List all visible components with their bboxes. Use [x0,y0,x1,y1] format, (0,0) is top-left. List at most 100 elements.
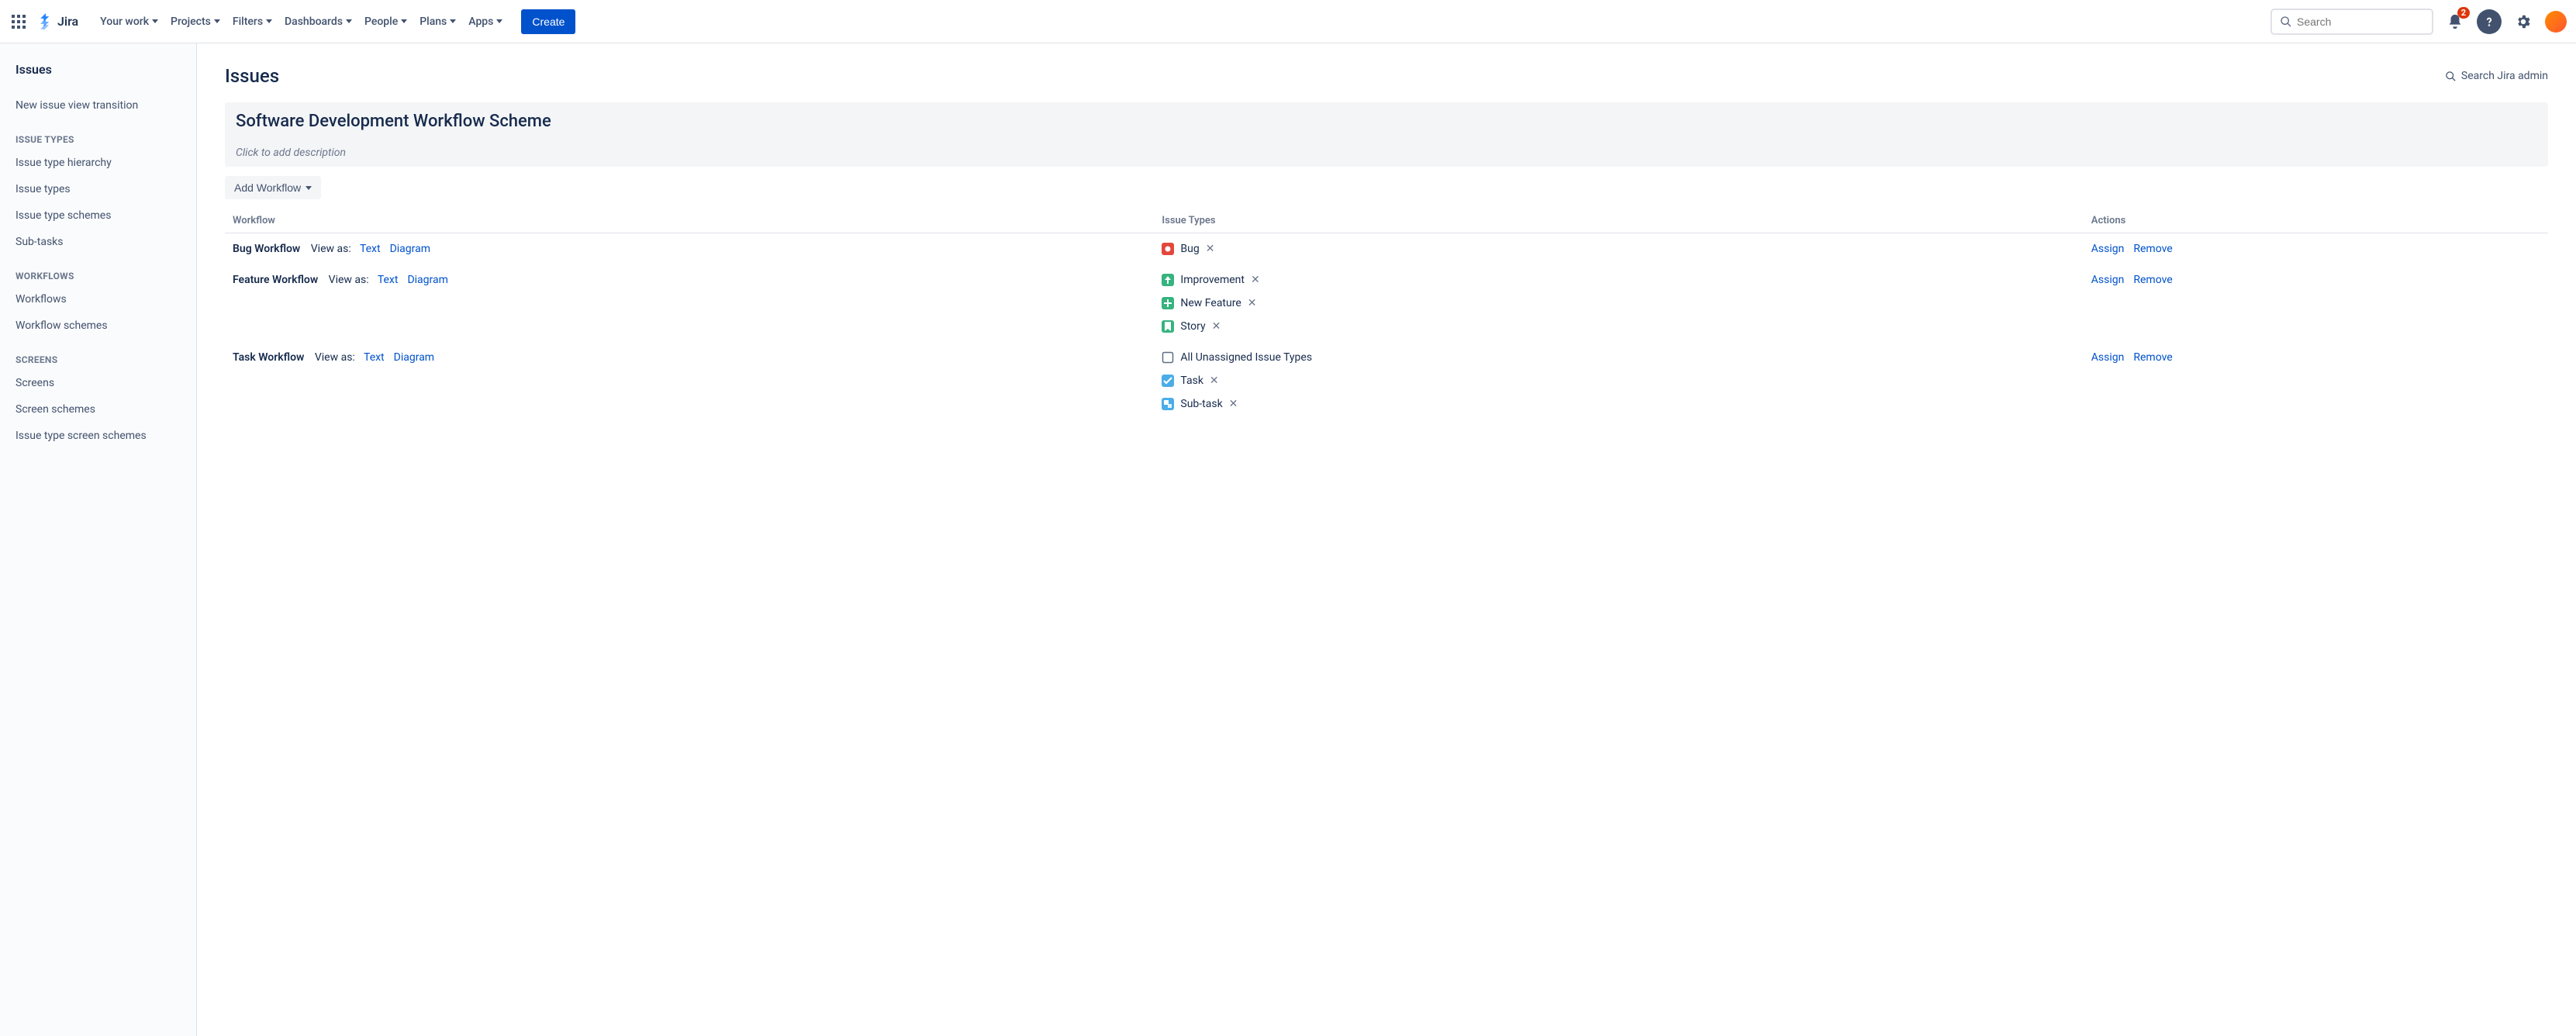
settings-icon[interactable] [2511,9,2536,34]
remove-link[interactable]: Remove [2133,243,2172,255]
issuetype-row: All Unassigned Issue Types [1162,351,2075,364]
assign-link[interactable]: Assign [2091,274,2125,286]
top-nav: Jira Your workProjectsFiltersDashboardsP… [0,0,2576,43]
app-switcher-icon[interactable] [9,12,28,31]
remove-issuetype-icon[interactable]: ✕ [1212,321,1221,332]
sidebar-link-screens[interactable]: Screens [9,370,187,396]
notifications-icon[interactable]: 2 [2443,9,2467,34]
view-text-link[interactable]: Text [364,351,385,364]
chevron-down-icon [401,19,407,23]
issuetype-row: Bug✕ [1162,243,2075,255]
nav-item-apps[interactable]: Apps [462,9,509,34]
top-nav-left: Jira Your workProjectsFiltersDashboardsP… [9,9,575,34]
sidebar-link-screen-schemes[interactable]: Screen schemes [9,396,187,423]
sidebar-link-sub-tasks[interactable]: Sub-tasks [9,229,187,255]
sidebar-link-workflow-schemes[interactable]: Workflow schemes [9,313,187,339]
sidebar-group-issue-types: ISSUE TYPES [9,119,187,150]
admin-search[interactable]: Search Jira admin [2445,70,2548,82]
scheme-description[interactable]: Click to add description [225,140,2548,167]
bug-icon [1162,243,1174,255]
chevron-down-icon [346,19,352,23]
chevron-down-icon [306,186,312,190]
page-header: Issues Search Jira admin [225,65,2548,87]
issuetype-row: Improvement✕ [1162,274,2075,286]
view-diagram-link[interactable]: Diagram [407,274,447,286]
remove-issuetype-icon[interactable]: ✕ [1206,243,1215,254]
sidebar-link-issue-type-schemes[interactable]: Issue type schemes [9,202,187,229]
story-icon [1162,320,1174,333]
workflow-table: Workflow Issue Types Actions Bug Workflo… [225,209,2548,420]
remove-issuetype-icon[interactable]: ✕ [1251,275,1260,285]
page-title: Issues [225,65,279,87]
remove-issuetype-icon[interactable]: ✕ [1229,399,1238,409]
table-row: Bug Workflow View as: Text Diagram Bug✕ Ass… [225,233,2548,265]
admin-search-label: Search Jira admin [2461,70,2548,82]
sidebar-link-issue-type-screen-schemes[interactable]: Issue type screen schemes [9,423,187,449]
subtask-icon [1162,398,1174,410]
issuetype-row: Task ✕ [1162,375,2075,387]
task-icon [1162,375,1174,387]
unassigned-icon [1162,351,1174,364]
sidebar-link-workflows[interactable]: Workflows [9,286,187,313]
chevron-down-icon [214,19,220,23]
remove-link[interactable]: Remove [2133,274,2172,286]
global-search[interactable] [2270,9,2433,35]
chevron-down-icon [266,19,272,23]
view-diagram-link[interactable]: Diagram [394,351,434,364]
sidebar-group-workflows: WORKFLOWS [9,255,187,286]
chevron-down-icon [450,19,456,23]
chevron-down-icon [152,19,158,23]
scheme-title[interactable]: Software Development Workflow Scheme [236,112,2537,131]
issuetype-row: New Feature✕ [1162,297,2075,309]
help-icon[interactable] [2477,9,2502,34]
assign-link[interactable]: Assign [2091,351,2125,364]
search-input[interactable] [2297,16,2424,28]
issuetype-name: Task [1180,375,1203,387]
chevron-down-icon [496,19,502,23]
remove-issuetype-icon[interactable]: ✕ [1210,375,1219,386]
nav-item-dashboards[interactable]: Dashboards [278,9,358,34]
col-actions: Actions [2084,209,2548,233]
issuetype-row: Story ✕ [1162,320,2075,333]
view-text-link[interactable]: Text [378,274,399,286]
nav-item-projects[interactable]: Projects [164,9,226,34]
jira-logo[interactable]: Jira [37,13,78,30]
assign-link[interactable]: Assign [2091,243,2125,255]
nav-item-plans[interactable]: Plans [413,9,462,34]
sidebar: Issues New issue view transition ISSUE T… [0,43,197,1036]
view-as-label: View as: [329,274,369,286]
notif-badge: 2 [2457,7,2470,19]
top-nav-right: 2 [2270,9,2567,35]
nav-item-your-work[interactable]: Your work [94,9,164,34]
jira-logo-text: Jira [57,14,78,29]
create-button[interactable]: Create [521,9,575,34]
main-content: Issues Search Jira admin Software Develo… [197,43,2576,1036]
workflow-name: Task Workflow [233,351,304,364]
issuetype-name: Sub-task [1180,398,1222,410]
newfeature-icon [1162,297,1174,309]
avatar[interactable] [2545,11,2567,33]
view-as-label: View as: [311,243,351,255]
issuetype-name: Story [1180,320,1205,333]
col-issue-types: Issue Types [1154,209,2083,233]
view-diagram-link[interactable]: Diagram [390,243,430,255]
sidebar-link-new-issue-view-transition[interactable]: New issue view transition [9,92,187,119]
nav-item-filters[interactable]: Filters [226,9,278,34]
search-icon [2280,16,2292,28]
view-as-label: View as: [315,351,355,364]
improvement-icon [1162,274,1174,286]
jira-logo-icon [37,13,54,30]
search-icon [2445,71,2457,82]
nav-item-people[interactable]: People [358,9,413,34]
issuetype-name: All Unassigned Issue Types [1180,351,1312,364]
table-row: Feature Workflow View as: TextDiagramImp… [225,264,2548,342]
sidebar-link-issue-types[interactable]: Issue types [9,176,187,202]
sidebar-link-issue-type-hierarchy[interactable]: Issue type hierarchy [9,150,187,176]
view-text-link[interactable]: Text [360,243,381,255]
scheme-header: Software Development Workflow Scheme [225,102,2548,140]
remove-link[interactable]: Remove [2133,351,2172,364]
remove-issuetype-icon[interactable]: ✕ [1248,298,1257,309]
nav-items: Your workProjectsFiltersDashboardsPeople… [94,9,509,34]
add-workflow-button[interactable]: Add Workflow [225,176,321,199]
workflow-name: Bug Workflow [233,243,300,255]
